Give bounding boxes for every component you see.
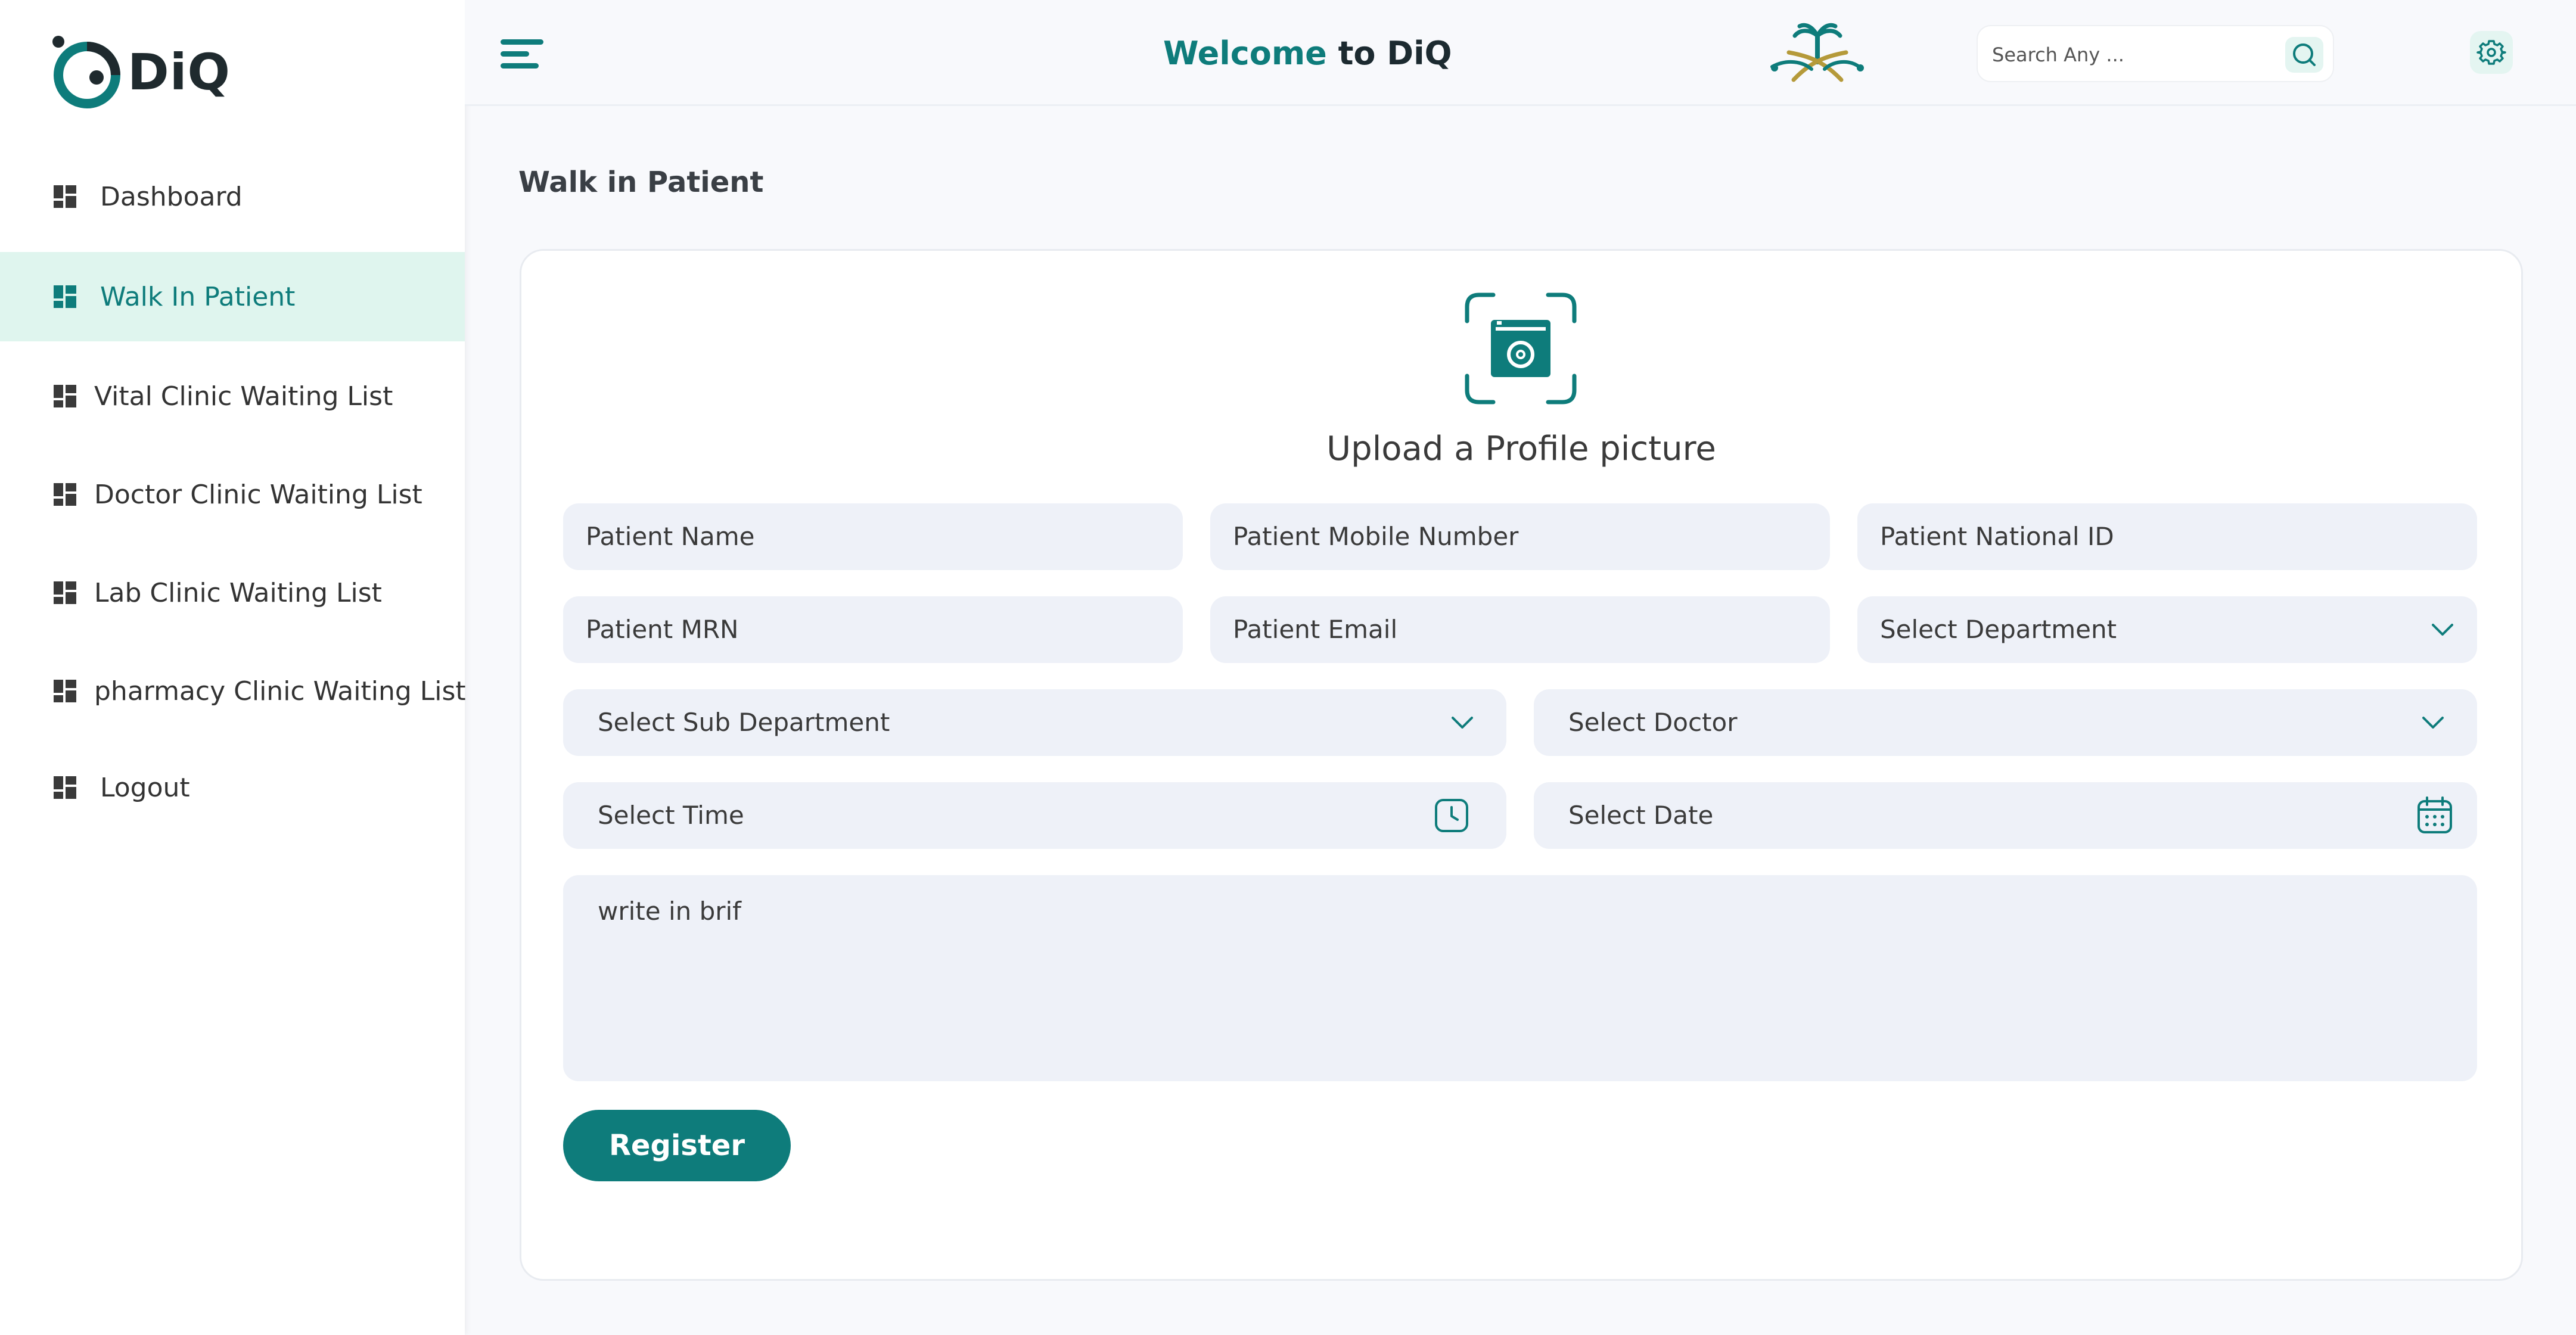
sidebar-item-label: Doctor Clinic Waiting List — [94, 479, 422, 510]
patient-mobile-input[interactable] — [1233, 503, 1817, 570]
time-picker[interactable]: Select Time — [563, 782, 1506, 849]
grid-icon — [54, 185, 76, 208]
sidebar-item-pharmacy-clinic[interactable]: pharmacy Clinic Waiting List — [0, 646, 466, 736]
sidebar: DiQ Dashboard Walk In Patient Vital Clin… — [0, 0, 466, 1335]
welcome-title: Welcome to DiQ — [1163, 35, 1452, 72]
gear-icon — [2476, 40, 2506, 65]
sidebar-item-label: Logout — [100, 772, 190, 803]
patient-name-input[interactable] — [586, 503, 1170, 570]
grid-icon — [54, 776, 76, 799]
doctor-select-value: Select Doctor — [1568, 708, 1738, 737]
patient-mrn-field — [563, 596, 1183, 663]
grid-icon — [54, 483, 76, 506]
brief-field — [563, 875, 2477, 1081]
sidebar-item-label: Dashboard — [100, 181, 243, 212]
grid-icon — [54, 680, 76, 702]
grid-icon — [54, 581, 76, 604]
grid-icon — [54, 285, 76, 308]
sidebar-item-label: Walk In Patient — [100, 281, 296, 312]
sub-department-select[interactable]: Select Sub Department — [563, 689, 1506, 756]
welcome-prefix: Welcome — [1163, 35, 1327, 72]
menu-icon[interactable] — [501, 39, 543, 69]
search-box — [1977, 25, 2334, 82]
brand-name: DiQ — [128, 43, 231, 101]
patient-mobile-field — [1210, 503, 1830, 570]
search-input[interactable] — [1992, 41, 2272, 69]
sidebar-item-label: pharmacy Clinic Waiting List — [94, 676, 466, 707]
patient-email-field — [1210, 596, 1830, 663]
brief-textarea[interactable] — [598, 897, 2452, 1051]
sidebar-item-lab-clinic[interactable]: Lab Clinic Waiting List — [0, 548, 465, 637]
chevron-down-icon — [2432, 624, 2453, 636]
date-picker[interactable]: Select Date — [1534, 782, 2477, 849]
app-root: DiQ Dashboard Walk In Patient Vital Clin… — [0, 0, 2576, 1335]
brand-logo[interactable]: DiQ — [51, 35, 231, 110]
sidebar-item-doctor-clinic[interactable]: Doctor Clinic Waiting List — [0, 450, 465, 539]
search-button[interactable] — [2285, 37, 2323, 73]
doctor-select[interactable]: Select Doctor — [1534, 689, 2477, 756]
search-icon — [2293, 43, 2316, 66]
patient-name-field — [563, 503, 1183, 570]
chevron-down-icon — [2422, 717, 2444, 729]
settings-button[interactable] — [2470, 31, 2513, 74]
welcome-suffix: to DiQ — [1338, 35, 1452, 72]
clock-icon[interactable] — [1434, 798, 1469, 833]
sidebar-item-walk-in-patient[interactable]: Walk In Patient — [0, 252, 465, 341]
top-header: Welcome to DiQ — [465, 0, 2576, 106]
register-button[interactable]: Register — [563, 1110, 791, 1181]
sidebar-item-dashboard[interactable]: Dashboard — [0, 152, 465, 241]
date-picker-value: Select Date — [1568, 801, 1714, 830]
sub-department-select-value: Select Sub Department — [598, 708, 890, 737]
sidebar-item-vital-clinic[interactable]: Vital Clinic Waiting List — [0, 351, 465, 441]
diq-logo-icon — [52, 36, 120, 108]
page-title: Walk in Patient — [518, 166, 764, 199]
department-select[interactable]: Select Department — [1857, 596, 2477, 663]
sidebar-item-label: Vital Clinic Waiting List — [94, 381, 393, 412]
sidebar-item-logout[interactable]: Logout — [0, 743, 465, 832]
emblem-icon — [1770, 23, 1864, 82]
department-select-value: Select Department — [1880, 615, 2117, 644]
grid-icon — [54, 385, 76, 407]
camera-upload-icon[interactable] — [1465, 292, 1577, 404]
sidebar-item-label: Lab Clinic Waiting List — [94, 577, 382, 608]
patient-national-id-field — [1857, 503, 2477, 570]
patient-national-id-input[interactable] — [1880, 503, 2464, 570]
chevron-down-icon — [1452, 717, 1473, 729]
patient-email-input[interactable] — [1233, 596, 1817, 663]
upload-label: Upload a Profile picture — [1326, 430, 1716, 468]
patient-mrn-input[interactable] — [586, 596, 1170, 663]
time-picker-value: Select Time — [598, 801, 744, 830]
walk-in-form-card: Upload a Profile picture Select Departme… — [520, 249, 2523, 1281]
calendar-icon[interactable] — [2416, 796, 2453, 835]
